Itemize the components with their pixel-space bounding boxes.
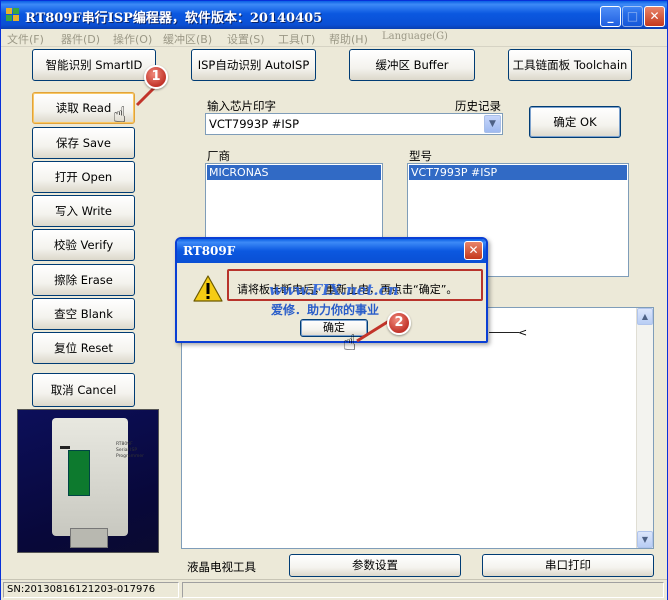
- write-button[interactable]: 写入 Write: [32, 195, 135, 227]
- step1-badge: 1: [144, 65, 168, 89]
- cancel-label: 取消 Cancel: [50, 383, 117, 397]
- log-marker-arrow-icon: <: [518, 326, 528, 339]
- menu-language[interactable]: Language(G): [382, 31, 448, 42]
- write-label: 写入 Write: [54, 204, 113, 218]
- dialog-ok-label: 确定: [323, 321, 345, 334]
- reset-button[interactable]: 复位 Reset: [32, 332, 135, 364]
- autoisp-label: ISP自动识别 AutoISP: [197, 58, 310, 72]
- vendor-list-item[interactable]: MICRONAS: [207, 165, 381, 180]
- history-label: 历史记录: [455, 99, 501, 113]
- chip-input-value: VCT7993P #ISP: [209, 117, 300, 131]
- log-output[interactable]: ▲ ▼: [181, 307, 654, 549]
- window-title: RT809F串行ISP编程器，软件版本：20140405: [25, 11, 323, 26]
- erase-label: 擦除 Erase: [54, 273, 113, 287]
- toolchain-label: 工具链面板 Toolchain: [512, 58, 628, 72]
- verify-button[interactable]: 校验 Verify: [32, 229, 135, 261]
- blank-check-button[interactable]: 查空 Blank: [32, 298, 135, 330]
- chip-input-combo[interactable]: VCT7993P #ISP ▼: [205, 113, 503, 135]
- buffer-button[interactable]: 缓冲区 Buffer: [349, 49, 475, 81]
- reset-label: 复位 Reset: [54, 341, 113, 355]
- app-icon: [6, 8, 20, 22]
- scroll-up-icon[interactable]: ▲: [637, 308, 653, 325]
- menu-file[interactable]: 文件(F): [7, 31, 44, 47]
- chevron-down-icon[interactable]: ▼: [484, 115, 501, 133]
- title-bar[interactable]: RT809F串行ISP编程器，软件版本：20140405 _ □ ✕: [1, 1, 667, 29]
- toolchain-button[interactable]: 工具链面板 Toolchain: [508, 49, 632, 81]
- log-scrollbar[interactable]: ▲ ▼: [636, 308, 653, 548]
- status-bar: SN:20130816121203-017976: [1, 579, 667, 600]
- menu-help[interactable]: 帮助(H): [329, 31, 368, 47]
- log-marker-line: [489, 332, 519, 333]
- smartid-label: 智能识别 SmartID: [45, 58, 143, 72]
- hand-cursor-icon: ☝: [113, 103, 127, 128]
- verify-label: 校验 Verify: [53, 238, 114, 252]
- maximize-button[interactable]: □: [622, 6, 643, 27]
- serial-print-button[interactable]: 串口打印: [482, 554, 654, 577]
- confirm-ok-button[interactable]: 确定 OK: [529, 106, 621, 138]
- main-window: RT809F串行ISP编程器，软件版本：20140405 _ □ ✕ 文件(F)…: [0, 0, 668, 600]
- scroll-down-icon[interactable]: ▼: [637, 531, 653, 548]
- hand-cursor-icon-2: ☝: [343, 331, 357, 356]
- model-label: 型号: [409, 149, 432, 163]
- programmer-body: RT809F Serial ISP Programmer: [52, 418, 144, 536]
- menu-bar: 文件(F) 器件(D) 操作(O) 缓冲区(B) 设置(S) 工具(T) 帮助(…: [1, 29, 667, 47]
- dialog-title: RT809F: [183, 244, 236, 258]
- menu-buffer[interactable]: 缓冲区(B): [163, 31, 212, 47]
- cancel-button[interactable]: 取消 Cancel: [32, 373, 135, 407]
- device-photo: RT809F Serial ISP Programmer: [17, 409, 159, 553]
- params-button[interactable]: 参数设置: [289, 554, 461, 577]
- menu-device[interactable]: 器件(D): [61, 31, 100, 47]
- model-list-item[interactable]: VCT7993P #ISP: [409, 165, 627, 180]
- lcd-tools-label: 液晶电视工具: [187, 560, 256, 574]
- menu-operation[interactable]: 操作(O): [113, 31, 152, 47]
- chip-input-label: 输入芯片印字: [207, 99, 276, 113]
- zif-socket: [68, 450, 90, 496]
- erase-button[interactable]: 擦除 Erase: [32, 264, 135, 296]
- save-button[interactable]: 保存 Save: [32, 127, 135, 159]
- minimize-button[interactable]: _: [600, 6, 621, 27]
- step2-badge: 2: [387, 311, 411, 335]
- confirm-ok-label: 确定 OK: [553, 115, 597, 129]
- zif-lever: [60, 446, 70, 449]
- watermark-url: www.FIX.net.cn: [269, 281, 399, 299]
- dialog-title-bar[interactable]: RT809F ✕: [177, 239, 486, 263]
- dialog-close-button[interactable]: ✕: [464, 241, 483, 260]
- serial-print-label: 串口打印: [545, 558, 591, 572]
- save-label: 保存 Save: [56, 136, 111, 150]
- status-message-pane: [182, 582, 664, 598]
- serial-number-pane: SN:20130816121203-017976: [3, 582, 179, 598]
- autoisp-button[interactable]: ISP自动识别 AutoISP: [191, 49, 316, 81]
- buffer-label: 缓冲区 Buffer: [375, 58, 449, 72]
- close-button[interactable]: ✕: [644, 6, 665, 27]
- device-label-text: RT809F Serial ISP Programmer: [116, 442, 144, 459]
- open-button[interactable]: 打开 Open: [32, 161, 135, 193]
- vendor-label: 厂商: [207, 149, 230, 163]
- menu-settings[interactable]: 设置(S): [227, 31, 265, 47]
- menu-tools[interactable]: 工具(T): [278, 31, 315, 47]
- usb-connector: [70, 528, 108, 548]
- open-label: 打开 Open: [54, 170, 113, 184]
- blank-label: 查空 Blank: [54, 307, 113, 321]
- warning-icon: [193, 275, 223, 305]
- params-label: 参数设置: [352, 558, 398, 572]
